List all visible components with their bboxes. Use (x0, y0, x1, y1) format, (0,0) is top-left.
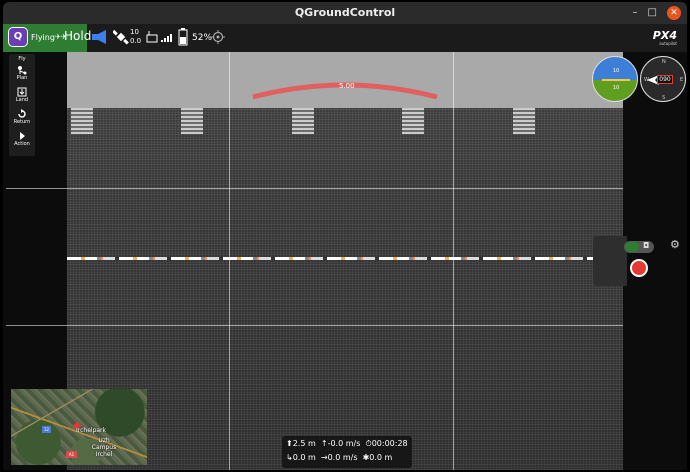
compass-indicator: N E S W 090 (640, 56, 686, 102)
motorway-badge: A1 (66, 451, 77, 458)
telemetry-row-1: ⬆2.5 m ↑-0.0 m/s ⏱00:00:28 (286, 439, 408, 449)
vertical-speed-value: -0.0 m/s (327, 439, 361, 448)
land-label: Land (15, 97, 29, 103)
grid-line-horizontal (6, 325, 623, 326)
return-icon (18, 109, 26, 118)
video-stream[interactable] (67, 52, 623, 470)
vertical-speed-icon: ↑ (318, 439, 328, 448)
flight-status[interactable]: Flying (31, 33, 55, 42)
messages-megaphone-icon[interactable] (91, 29, 109, 45)
photo-mode-icon: ◘ (643, 241, 650, 250)
gps-readout: 10 0.0 (130, 28, 141, 46)
road-badge: 12 (42, 426, 51, 433)
video-artifact (402, 108, 424, 134)
action-label: Action (14, 141, 30, 147)
tool-plan[interactable]: Plan (9, 65, 35, 81)
altitude-value: 2.5 m (292, 439, 316, 448)
satellite-icon[interactable] (113, 29, 129, 45)
battery-percent: 52% (192, 33, 213, 43)
video-mode-icon (625, 242, 639, 252)
tool-fly[interactable]: Fly (9, 56, 35, 62)
action-icon (20, 132, 25, 140)
minimize-button[interactable]: – (633, 2, 638, 24)
gps-hdop: 0.0 (130, 37, 142, 45)
video-artifact (513, 108, 535, 134)
battery-icon[interactable] (178, 28, 188, 46)
compass-east: E (680, 77, 684, 83)
record-dot-icon (632, 261, 646, 275)
flight-time-icon: ⏱ (362, 439, 372, 448)
window-controls: – □ ✕ (633, 2, 681, 24)
map-label-park: Irchelpark (76, 427, 106, 434)
compass-heading-value: 090 (657, 75, 673, 84)
record-button[interactable] (630, 259, 648, 277)
camera-settings-gear-icon[interactable]: ⚙ (670, 238, 680, 251)
horizontal-speed-value: 0.0 m/s (327, 453, 358, 462)
camera-mode-toggle[interactable]: ◘ (624, 241, 654, 253)
telemetry-panel[interactable]: ⬆2.5 m ↑-0.0 m/s ⏱00:00:28 ↳0.0 m →0.0 m… (282, 436, 412, 468)
close-button[interactable]: ✕ (667, 6, 681, 20)
flight-mode-selector[interactable]: Hold (64, 29, 91, 43)
distance-gcs-icon: ✱ (360, 453, 370, 462)
attitude-pitch-upper: 10 (612, 68, 620, 74)
altitude-icon: ⬆ (286, 439, 293, 448)
px4-logo-sub: autopilot (659, 41, 677, 46)
attitude-indicator: 10 10 (592, 56, 638, 102)
distance-home-icon: ↳ (286, 453, 293, 462)
return-label: Return (13, 119, 31, 125)
grid-line-vertical (229, 52, 230, 470)
title-bar: QGroundControl – □ ✕ (3, 2, 687, 24)
camera-control-panel (593, 236, 627, 286)
plan-icon (18, 66, 27, 75)
gps-count: 10 (130, 28, 139, 36)
distance-home-value: 0.0 m (292, 453, 316, 462)
tool-land[interactable]: Land (9, 87, 35, 103)
grid-line-vertical (453, 52, 454, 470)
tool-action[interactable]: Action (9, 131, 35, 147)
compass-north: N (662, 59, 666, 65)
compass-south: S (662, 95, 666, 101)
app-window: QGroundControl – □ ✕ Q Flying ✈✈ Hold 10… (3, 2, 687, 470)
horizontal-speed-icon: → (318, 453, 328, 462)
heading-value: 5.00 (339, 82, 355, 90)
tool-strip: Fly Plan Land Return Action (9, 54, 35, 156)
video-horizon-line (67, 257, 623, 260)
map-label-campus: Uzh Campus Irchel (91, 437, 117, 458)
grid-line-horizontal (6, 188, 623, 189)
video-artifact (181, 108, 203, 134)
attitude-wings (602, 79, 630, 81)
tool-return[interactable]: Return (9, 109, 35, 125)
flight-time-value: 00:00:28 (371, 439, 408, 448)
telemetry-row-2: ↳0.0 m →0.0 m/s ✱0.0 m (286, 453, 392, 462)
land-icon (17, 87, 27, 97)
attitude-pitch-lower: 10 (612, 85, 620, 91)
window-title: QGroundControl (294, 6, 396, 19)
main-toolbar: Q Flying ✈✈ Hold 10 0.0 52% PX4 autopilo… (3, 24, 687, 52)
maximize-button[interactable]: □ (648, 2, 657, 24)
fly-label: Fly (18, 56, 26, 62)
distance-gcs-value: 0.0 m (369, 453, 393, 462)
qgc-logo-icon[interactable]: Q (8, 27, 28, 47)
rtk-target-icon[interactable] (211, 30, 225, 44)
plan-label: Plan (16, 75, 28, 81)
video-artifact (292, 108, 314, 134)
rc-signal-icon[interactable] (146, 31, 172, 43)
video-artifact (71, 108, 93, 134)
